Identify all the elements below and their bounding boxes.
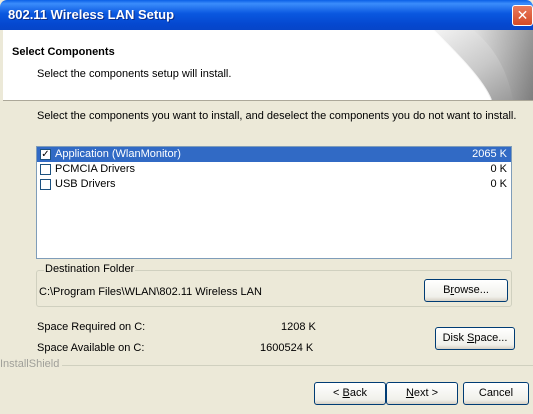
back-button[interactable]: < Back	[314, 382, 386, 405]
component-label: USB Drivers	[55, 178, 116, 190]
component-label: PCMCIA Drivers	[55, 163, 136, 175]
close-button[interactable]: ✕	[512, 5, 533, 26]
component-size: 0 K	[490, 178, 507, 190]
destination-folder-legend: Destination Folder	[44, 263, 136, 275]
component-size: 0 K	[490, 163, 507, 175]
page-curl-graphic	[432, 30, 533, 100]
browse-button[interactable]: Browse...	[424, 279, 508, 302]
component-checkbox-pcmcia[interactable]	[40, 164, 51, 175]
space-required-label: Space Required on C:	[37, 321, 146, 333]
component-checkbox-application[interactable]: ✓	[40, 149, 51, 160]
component-item-usb[interactable]: USB Drivers 0 K	[37, 177, 511, 192]
components-list[interactable]: ✓ Application (WlanMonitor) 2065 K PCMCI…	[36, 146, 512, 259]
component-item-pcmcia[interactable]: PCMCIA Drivers 0 K	[37, 162, 511, 177]
component-size: 2065 K	[472, 148, 507, 160]
next-button[interactable]: Next >	[386, 382, 458, 405]
space-available-label: Space Available on C:	[37, 342, 145, 354]
brand-divider	[62, 365, 533, 366]
page-subtitle: Select the components setup will install…	[37, 68, 232, 80]
page-title: Select Components	[12, 46, 115, 58]
header-panel: Select Components Select the components …	[3, 30, 533, 101]
space-required-value: 1208 K	[281, 321, 316, 333]
destination-path: C:\Program Files\WLAN\802.11 Wireless LA…	[39, 286, 262, 298]
cancel-button[interactable]: Cancel	[463, 382, 529, 405]
installshield-brand: InstallShield	[0, 358, 60, 370]
window-title: 802.11 Wireless LAN Setup	[8, 7, 175, 22]
disk-space-button[interactable]: Disk Space...	[435, 327, 515, 350]
title-bar[interactable]: 802.11 Wireless LAN Setup ✕	[0, 0, 533, 30]
space-available-value: 1600524 K	[260, 342, 314, 354]
component-item-application[interactable]: ✓ Application (WlanMonitor) 2065 K	[37, 147, 511, 162]
component-label: Application (WlanMonitor)	[55, 148, 181, 160]
close-icon: ✕	[516, 7, 529, 23]
instructions-text: Select the components you want to instal…	[37, 110, 517, 122]
component-checkbox-usb[interactable]	[40, 179, 51, 190]
